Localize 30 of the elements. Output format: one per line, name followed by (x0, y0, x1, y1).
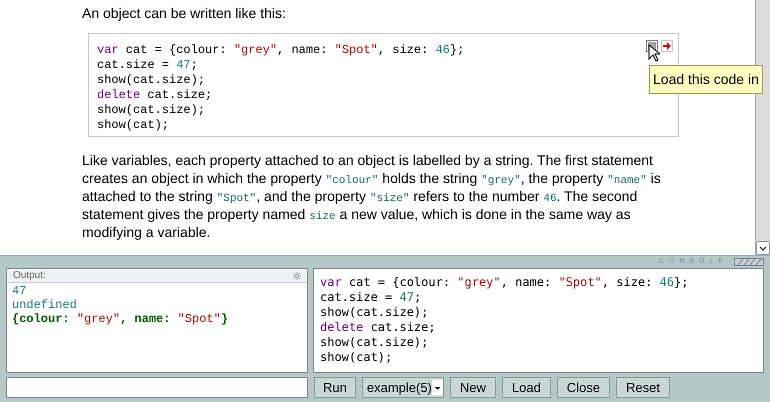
console-button[interactable]: Run (314, 377, 356, 398)
code-line: delete cat.size; (320, 320, 436, 335)
code-line: cat.size = 47; (320, 290, 422, 305)
console-button[interactable]: Close (556, 377, 610, 398)
code-line: var cat = {colour: "grey", name: "Spot", size: 46}; (97, 43, 464, 58)
code-line: delete cat.size; (97, 88, 212, 103)
arrow-icon[interactable] (661, 40, 673, 52)
code-line: show(cat.size); (320, 335, 428, 350)
output-title: Output: (13, 269, 46, 283)
console-button[interactable]: Reset (616, 377, 670, 398)
example-select[interactable]: example(5) (362, 377, 444, 398)
output-line: undefined (12, 298, 77, 312)
scroll-down-icon[interactable] (756, 241, 770, 255)
console-button[interactable]: New (450, 377, 496, 398)
code-line: show(cat); (97, 118, 170, 133)
dropdown-icon[interactable] (432, 379, 443, 396)
cursor-icon (648, 44, 660, 62)
command-input[interactable] (6, 377, 308, 398)
output-line: {colour: "grey", name: "Spot"} (12, 312, 228, 326)
code-line: show(cat.size); (97, 103, 206, 118)
console-button[interactable]: Load (502, 377, 551, 398)
code-line: cat.size = 47; (97, 58, 198, 73)
output-line: 47 (12, 284, 26, 298)
tooltip: Load this code in (649, 65, 763, 94)
code-line: show(cat.size); (97, 73, 206, 88)
code-editor[interactable]: var cat = {colour: "grey", name: "Spot", size: 46}; cat.size = 47; show(cat.size); delete cat.size; show(cat.size); show(cat); (313, 268, 764, 373)
code-line: show(cat.size); (320, 305, 428, 320)
code-line: show(cat); (320, 350, 392, 365)
code-line: var cat = {colour: "grey", name: "Spot", size: 46}; (320, 275, 688, 290)
intro-text: An object can be written like this: (82, 4, 286, 23)
